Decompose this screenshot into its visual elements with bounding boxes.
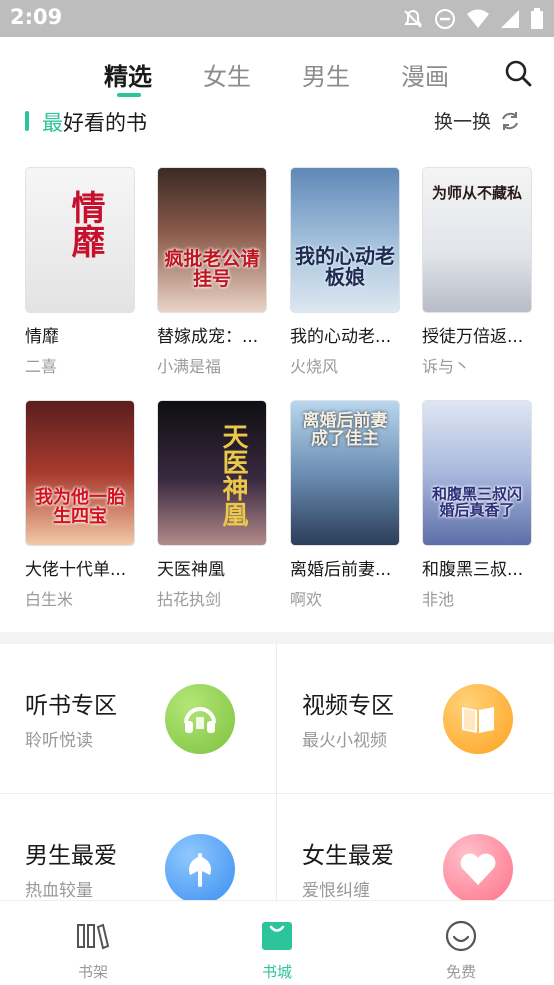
cover-title: 离婚后前妻成了佳主 [302,411,388,449]
cover-title: 我为他一胎生四宝 [35,487,125,527]
do-not-disturb-icon [435,9,455,29]
notifications-off-icon [404,9,422,28]
book-cover[interactable]: 和腹黑三叔闪婚后真香了 [422,400,532,546]
section-title: 最好看的书 [42,107,147,137]
tab-male[interactable]: 男生 [302,57,350,92]
book-cover[interactable]: 我的心动老板娘 [290,167,400,313]
status-time: 2:09 [10,5,63,29]
book-author: 二喜 [25,357,58,376]
book-title: 离婚后前妻... [290,560,392,580]
status-icons [402,7,544,31]
book-author: 白生米 [25,590,74,609]
nav-bookshelf[interactable]: 书架 [53,919,133,982]
book-card[interactable]: 我为他一胎生四宝 大佬十代单... 白生米 [25,400,137,610]
zone-divider-vertical [276,644,277,900]
book-cover[interactable]: 离婚后前妻成了佳主 [290,400,400,546]
zone-subtitle: 爱恨纠缠 [302,881,370,901]
book-cover[interactable]: 情靡 [25,167,135,313]
section-accent-bar [25,111,29,131]
battery-icon [531,8,543,29]
book-author: 火烧风 [290,357,339,376]
book-card[interactable]: 我的心动老板娘 我的心动老... 火烧风 [290,167,402,377]
zone-title: 男生最爱 [25,843,117,869]
book-title: 替嫁成宠：... [157,327,259,347]
book-author: 非池 [422,590,455,609]
tab-featured[interactable]: 精选 [104,57,152,92]
bookstore-icon [262,922,292,950]
book-title: 我的心动老... [290,327,392,347]
signal-icon [501,10,519,28]
book-title: 授徒万倍返... [422,327,524,347]
zone-title: 听书专区 [25,693,117,719]
cover-title: 和腹黑三叔闪婚后真香了 [431,485,522,519]
book-card[interactable]: 为师从不藏私 授徒万倍返... 诉与丶 [422,167,534,377]
book-card[interactable]: 情靡 情靡 二喜 [25,167,137,377]
heart-icon [443,834,513,904]
refresh-button[interactable]: 换一换 [434,107,521,134]
axe-icon [165,834,235,904]
book-card[interactable]: 疯批老公请挂号 替嫁成宠：... 小满是福 [157,167,269,377]
book-cover[interactable]: 为师从不藏私 [422,167,532,313]
section-divider [0,632,554,644]
book-cover[interactable]: 我为他一胎生四宝 [25,400,135,546]
book-cover[interactable]: 天医神凰 [157,400,267,546]
book-author: 诉与丶 [422,357,471,376]
search-icon[interactable] [503,58,533,88]
nav-label: 书架 [77,963,108,981]
refresh-icon [502,111,518,130]
zone-videos[interactable]: 视频专区 最火小视频 [277,644,554,794]
section-header: 最好看的书 换一换 [0,105,554,139]
smile-icon [445,920,477,952]
headphones-icon [165,684,235,754]
nav-bookstore[interactable]: 书城 [237,919,317,982]
refresh-label: 换一换 [434,111,492,133]
book-title: 和腹黑三叔... [422,560,524,580]
zone-title: 女生最爱 [302,843,394,869]
zone-title: 视频专区 [302,693,394,719]
bookshelf-icon [77,923,110,950]
nav-free[interactable]: 免费 [421,919,501,982]
open-book-icon [443,684,513,754]
zone-audiobooks[interactable]: 听书专区 聆听悦读 [0,644,277,794]
category-tabs: 精选 女生 男生 漫画 [0,37,554,105]
book-author: 拈花执剑 [157,590,222,609]
book-title: 天医神凰 [157,560,225,580]
section-title-first-char: 最 [42,111,63,135]
nav-label: 书城 [261,963,292,981]
tab-indicator [117,93,141,97]
book-author: 小满是福 [157,357,222,376]
zone-subtitle: 热血较量 [25,881,93,901]
book-card[interactable]: 天医神凰 天医神凰 拈花执剑 [157,400,269,610]
book-title: 情靡 [25,327,59,347]
section-title-rest: 好看的书 [63,111,147,135]
book-title: 大佬十代单... [25,560,127,580]
wifi-icon [467,9,489,28]
cover-title: 我的心动老板娘 [295,244,395,289]
cover-title: 为师从不藏私 [431,184,522,202]
cover-title: 天医神凰 [218,423,248,527]
zone-subtitle: 最火小视频 [302,731,387,751]
status-bar: 2:09 [0,0,554,37]
zone-divider-horizontal [0,793,554,794]
tab-comics[interactable]: 漫画 [401,57,449,92]
zone-subtitle: 聆听悦读 [25,731,93,751]
nav-label: 免费 [445,963,476,981]
book-card[interactable]: 离婚后前妻成了佳主 离婚后前妻... 啊欢 [290,400,402,610]
book-cover[interactable]: 疯批老公请挂号 [157,167,267,313]
book-card[interactable]: 和腹黑三叔闪婚后真香了 和腹黑三叔... 非池 [422,400,534,610]
cover-title: 疯批老公请挂号 [164,248,260,290]
cover-title: 情靡 [65,190,105,258]
bottom-nav: 书架 书城 免费 [0,900,554,985]
tab-female[interactable]: 女生 [203,57,251,92]
book-author: 啊欢 [290,590,323,609]
